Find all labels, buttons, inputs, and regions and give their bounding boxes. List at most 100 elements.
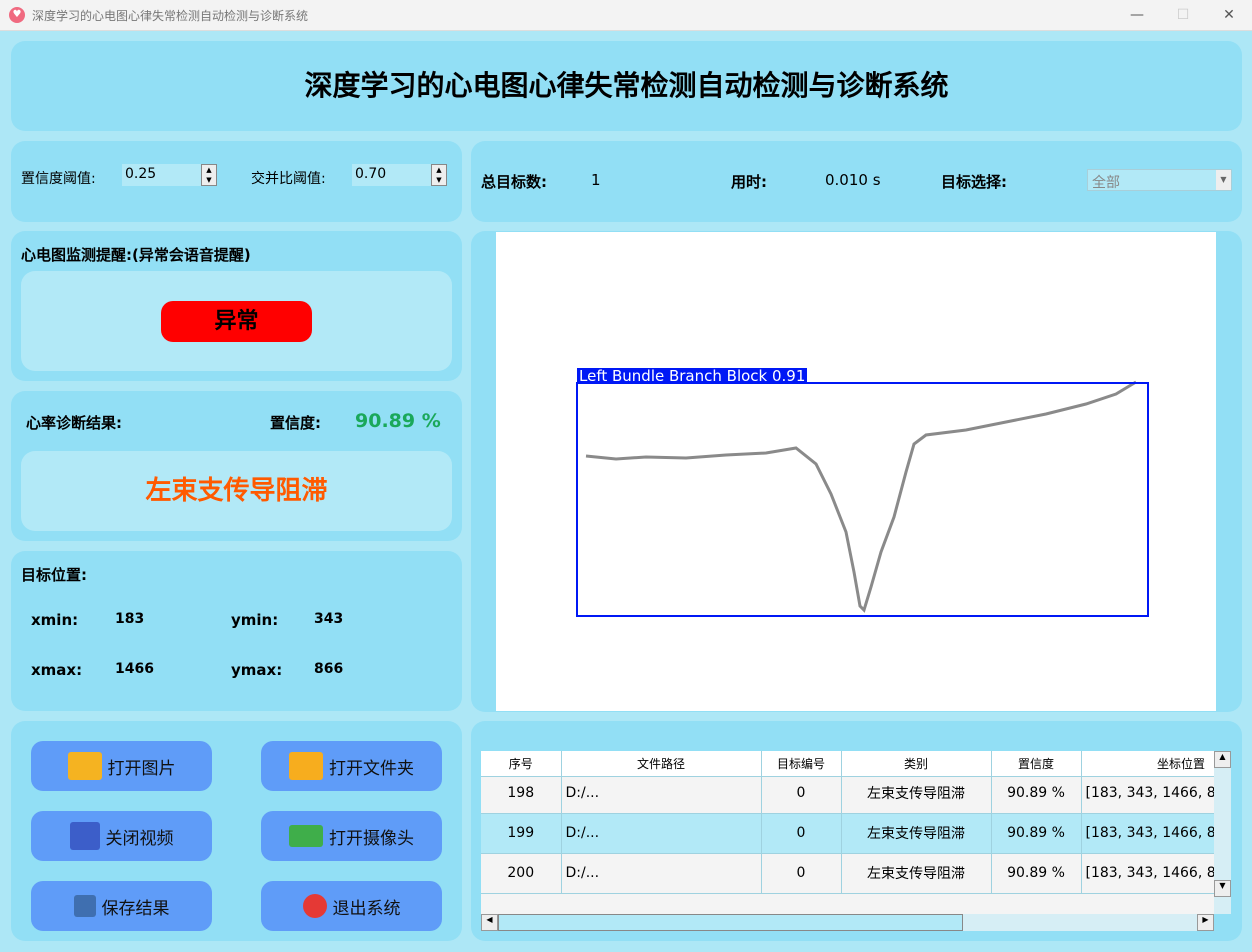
total-targets-label: 总目标数: <box>481 173 547 191</box>
conf-threshold-spinbox[interactable]: 0.25 ▲ ▼ <box>122 164 217 186</box>
table-row[interactable]: 198 D:/... 0 左束支传导阻滞 90.89 % [183, 343, 1466,… <box>481 773 1214 814</box>
scroll-up-icon[interactable]: ▲ <box>1214 751 1231 768</box>
title-bar: ♥ 深度学习的心电图心律失常检测自动检测与诊断系统 — ☐ ✕ <box>0 0 1252 31</box>
spin-arrows-icon[interactable]: ▲ ▼ <box>431 164 447 186</box>
table-cell: [183, 343, 1466, 866] <box>1081 853 1214 894</box>
table-cell: 198 <box>481 773 562 814</box>
confidence-label: 置信度: <box>270 414 321 432</box>
ymax-label: ymax: <box>231 661 283 679</box>
save-icon <box>73 895 96 917</box>
results-table[interactable]: 197D:/...0左束支传导阻滞90.89 %[183, 343, 1466,… <box>481 751 1214 914</box>
video-icon <box>69 822 100 850</box>
exit-button[interactable]: 退出系统 <box>261 881 442 931</box>
column-header[interactable]: 目标编号 <box>761 751 842 777</box>
scroll-down-icon[interactable]: ▼ <box>1214 880 1231 897</box>
table-row[interactable]: 199 D:/... 0 左束支传导阻滞 90.89 % [183, 343, 1466,… <box>481 813 1214 854</box>
monitor-box: 异常 <box>21 271 452 371</box>
monitor-title: 心电图监测提醒:(异常会语音提醒) <box>21 246 251 264</box>
close-video-button[interactable]: 关闭视频 <box>31 811 212 861</box>
table-cell: 左束支传导阻滞 <box>841 853 992 894</box>
table-cell: D:/... <box>561 853 762 894</box>
scroll-right-icon[interactable]: ▶ <box>1197 914 1214 931</box>
horizontal-scroll-thumb[interactable] <box>498 914 963 931</box>
target-select-value: 全部 <box>1092 175 1120 191</box>
conf-threshold-label: 置信度阈值: <box>21 171 96 187</box>
column-header[interactable]: 文件路径 <box>561 751 762 777</box>
ymin-value: 343 <box>314 611 344 627</box>
table-cell: 90.89 % <box>991 813 1082 854</box>
open-folder-label: 打开文件夹 <box>329 758 414 779</box>
ymin-label: ymin: <box>231 611 279 629</box>
table-cell: [183, 343, 1466, 866] <box>1081 773 1214 814</box>
position-panel: 目标位置: xmin: 183 ymin: 343 xmax: 1466 yma… <box>11 551 462 711</box>
save-results-button[interactable]: 保存结果 <box>31 881 212 931</box>
alert-status-badge: 异常 <box>161 301 312 342</box>
target-select-dropdown[interactable]: 全部 ▼ <box>1087 169 1232 191</box>
open-camera-label: 打开摄像头 <box>329 828 414 849</box>
open-image-button[interactable]: 打开图片 <box>31 741 212 791</box>
table-cell: [183, 343, 1466, 866] <box>1081 813 1214 854</box>
folder-icon <box>289 752 323 780</box>
diagnosis-result-box: 左束支传导阻滞 <box>21 451 452 531</box>
table-cell: D:/... <box>561 773 762 814</box>
detection-box <box>576 382 1149 617</box>
table-cell: 左束支传导阻滞 <box>841 773 992 814</box>
stats-panel: 总目标数: 1 用时: 0.010 s 目标选择: 全部 ▼ <box>471 141 1242 222</box>
xmax-value: 1466 <box>115 661 154 677</box>
results-panel: 197D:/...0左束支传导阻滞90.89 %[183, 343, 1466,… <box>471 721 1242 941</box>
ecg-image-view: Left Bundle Branch Block 0.91 <box>496 232 1216 711</box>
column-header[interactable]: 置信度 <box>991 751 1082 777</box>
scroll-left-icon[interactable]: ◀ <box>481 914 498 931</box>
column-header[interactable]: 序号 <box>481 751 562 777</box>
column-header[interactable]: 坐标位置 <box>1081 751 1214 777</box>
table-cell: 200 <box>481 853 562 894</box>
table-cell: D:/... <box>561 813 762 854</box>
total-targets-value: 1 <box>591 171 601 189</box>
time-value: 0.010 s <box>825 171 881 189</box>
diagnosis-label: 心率诊断结果: <box>26 414 122 432</box>
xmin-label: xmin: <box>31 611 79 629</box>
table-row[interactable]: 200 D:/... 0 左束支传导阻滞 90.89 % [183, 343, 1466,… <box>481 853 1214 894</box>
open-folder-button[interactable]: 打开文件夹 <box>261 741 442 791</box>
diagnosis-panel: 心率诊断结果: 置信度: 90.89 % 左束支传导阻滞 <box>11 391 462 541</box>
controls-panel: 打开图片 打开文件夹 关闭视频 打开摄像头 保存结果 退出系统 <box>11 721 462 941</box>
xmin-value: 183 <box>115 611 145 627</box>
column-header[interactable]: 类别 <box>841 751 992 777</box>
table-cell: 0 <box>761 813 842 854</box>
iou-threshold-spinbox[interactable]: 0.70 ▲ ▼ <box>352 164 447 186</box>
open-camera-button[interactable]: 打开摄像头 <box>261 811 442 861</box>
page-title: 深度学习的心电图心律失常检测自动检测与诊断系统 <box>304 69 949 102</box>
iou-threshold-label: 交并比阈值: <box>251 171 326 187</box>
spin-arrows-icon[interactable]: ▲ ▼ <box>201 164 217 186</box>
minimize-button[interactable]: — <box>1114 0 1160 31</box>
header-panel: 深度学习的心电图心律失常检测自动检测与诊断系统 <box>11 41 1242 131</box>
position-title: 目标位置: <box>21 566 87 584</box>
image-icon <box>67 752 102 780</box>
time-label: 用时: <box>731 173 767 191</box>
horizontal-scrollbar[interactable]: ◀ ▶ <box>481 914 1214 931</box>
ymax-value: 866 <box>314 661 344 677</box>
ecg-waveform <box>576 380 1149 617</box>
close-video-label: 关闭视频 <box>105 828 174 849</box>
image-panel: Left Bundle Branch Block 0.91 <box>471 231 1242 712</box>
save-label: 保存结果 <box>101 898 170 919</box>
exit-label: 退出系统 <box>332 898 401 919</box>
open-image-label: 打开图片 <box>107 758 176 779</box>
window-title: 深度学习的心电图心律失常检测自动检测与诊断系统 <box>32 8 309 23</box>
conf-threshold-value: 0.25 <box>125 166 157 182</box>
table-cell: 199 <box>481 813 562 854</box>
camera-icon <box>289 825 323 847</box>
iou-threshold-value: 0.70 <box>355 166 387 182</box>
chevron-down-icon[interactable]: ▼ <box>1216 170 1231 190</box>
table-cell: 0 <box>761 853 842 894</box>
detection-label: Left Bundle Branch Block 0.91 <box>577 367 808 385</box>
diagnosis-result: 左束支传导阻滞 <box>145 476 328 506</box>
table-cell: 90.89 % <box>991 853 1082 894</box>
maximize-button[interactable]: ☐ <box>1160 0 1206 31</box>
close-button[interactable]: ✕ <box>1206 0 1252 31</box>
table-cell: 90.89 % <box>991 773 1082 814</box>
table-cell: 0 <box>761 773 842 814</box>
vertical-scrollbar[interactable]: ▲ ▼ <box>1214 751 1231 914</box>
table-cell: 左束支传导阻滞 <box>841 813 992 854</box>
confidence-value: 90.89 % <box>355 410 441 432</box>
